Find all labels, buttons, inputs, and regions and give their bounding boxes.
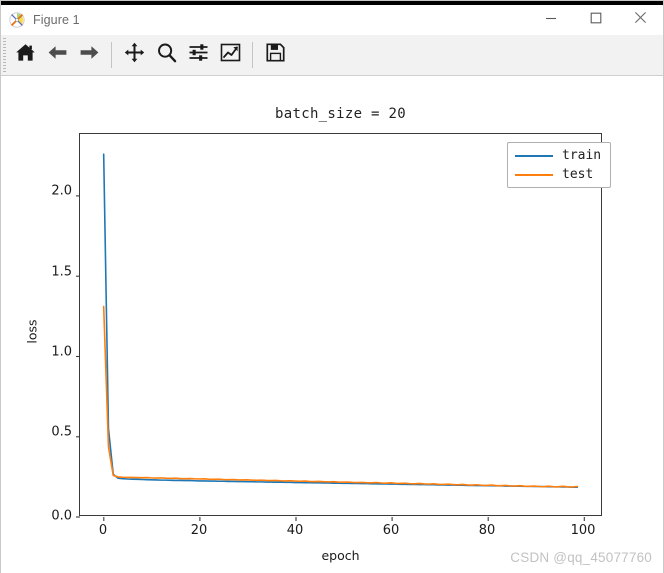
y-tick-label-3: 1.5 (51, 264, 72, 280)
subplots-button[interactable] (183, 40, 213, 70)
legend-label-train: train (562, 148, 602, 163)
chart-legend: train test (507, 142, 612, 188)
back-button[interactable] (42, 40, 72, 70)
y-tick-label-0: 0.0 (51, 508, 72, 524)
title-bar[interactable]: Figure 1 (1, 5, 663, 35)
magnifier-icon (156, 42, 177, 68)
legend-swatch-test (515, 173, 553, 176)
pan-button[interactable] (119, 40, 149, 70)
maximize-button[interactable] (573, 5, 618, 35)
zoom-button[interactable] (151, 40, 181, 70)
forward-button[interactable] (74, 40, 104, 70)
watermark-text: CSDN @qq_45077760 (510, 550, 652, 565)
chart-title: batch_size = 20 (275, 106, 406, 122)
y-axis-label: loss (24, 319, 40, 344)
close-button[interactable] (618, 5, 663, 35)
figure-canvas[interactable]: batch_size = 20 0.0 0.5 1.0 1.5 2.0 0 20… (1, 76, 663, 573)
matplotlib-figure: batch_size = 20 0.0 0.5 1.0 1.5 2.0 0 20… (1, 76, 663, 573)
figure-window: Figure 1 batch_size = 20 0.0 0.5 1.0 1.5… (0, 0, 664, 573)
line-chart-icon (220, 42, 241, 68)
window-controls (528, 5, 663, 35)
legend-swatch-train (515, 154, 553, 157)
toolbar-separator-2 (252, 42, 253, 68)
customize-button[interactable] (215, 40, 245, 70)
navigation-toolbar (1, 35, 663, 76)
minimize-button[interactable] (528, 5, 573, 35)
y-tick-label-2: 1.0 (51, 344, 72, 360)
legend-label-test: test (562, 167, 594, 182)
title-bar-left: Figure 1 (1, 12, 80, 28)
close-icon (634, 11, 647, 29)
sliders-icon (188, 42, 209, 68)
arrow-right-icon (79, 42, 100, 68)
y-tick-label-4: 2.0 (51, 183, 72, 199)
home-button[interactable] (10, 40, 40, 70)
matplotlib-icon (9, 12, 25, 28)
floppy-disk-icon (265, 42, 286, 68)
move-icon (124, 42, 145, 68)
y-tick-label-1: 0.5 (51, 424, 72, 440)
plot-area[interactable]: train test (76, 133, 612, 521)
save-button[interactable] (260, 40, 290, 70)
legend-item-train: train (515, 148, 601, 163)
toolbar-separator-1 (111, 42, 112, 68)
axis-tick-marks (76, 195, 585, 521)
window-title: Figure 1 (33, 13, 80, 27)
maximize-icon (590, 11, 602, 29)
legend-item-test: test (515, 167, 601, 182)
home-icon (15, 42, 36, 68)
minimize-icon (545, 11, 557, 29)
arrow-left-icon (47, 42, 68, 68)
